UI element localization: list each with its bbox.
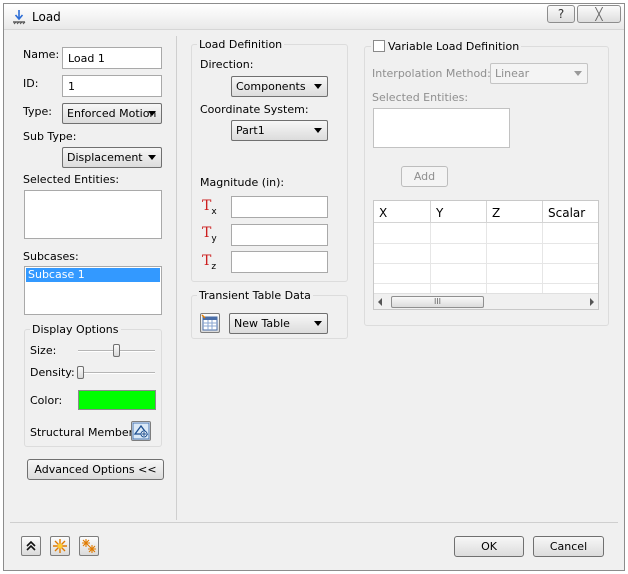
list-item[interactable]: Subcase 1 (26, 268, 160, 282)
advanced-options-button[interactable]: Advanced Options << (27, 459, 164, 480)
ok-button[interactable]: OK (454, 536, 524, 557)
direction-select-value: Components (236, 80, 306, 93)
footer-separator (10, 522, 618, 523)
id-field[interactable]: 1 (62, 75, 162, 97)
ty-label: Ty (202, 225, 217, 244)
transient-table-select-value: New Table (234, 317, 290, 330)
display-options-title: Display Options (30, 323, 121, 336)
ty-field[interactable] (231, 224, 328, 246)
direction-select[interactable]: Components (231, 76, 328, 97)
help-button[interactable]: ? (547, 5, 575, 23)
direction-label: Direction: (200, 58, 254, 71)
interpolation-label: Interpolation Method: (372, 67, 491, 80)
name-field[interactable]: Load 1 (62, 47, 162, 69)
column-header-scalar[interactable]: Scalar (543, 201, 598, 223)
table-editor-button[interactable] (200, 313, 220, 333)
variable-load-label: Variable Load Definition (388, 40, 520, 53)
chevron-down-icon (314, 128, 322, 133)
tz-field[interactable] (231, 251, 328, 273)
column-divider (486, 223, 487, 293)
coord-system-select-value: Part1 (236, 124, 265, 137)
magnitude-label: Magnitude (in): (200, 176, 285, 189)
tz-label: Tz (202, 253, 217, 272)
size-slider-thumb[interactable] (113, 344, 120, 357)
transient-table-select[interactable]: New Table (229, 313, 328, 334)
tx-field[interactable] (231, 196, 328, 218)
coord-system-select[interactable]: Part1 (231, 120, 328, 141)
type-label: Type: (23, 105, 52, 118)
highlight-all-button[interactable] (79, 536, 99, 556)
structural-member-button[interactable] (131, 421, 151, 441)
column-divider (542, 223, 543, 293)
close-button[interactable]: ╳ (577, 5, 621, 23)
column-divider (430, 223, 431, 293)
spark-icon (53, 539, 67, 553)
size-label: Size: (30, 344, 57, 357)
scroll-left-icon[interactable] (378, 298, 382, 306)
name-label: Name: (23, 48, 60, 61)
color-swatch[interactable] (78, 390, 156, 410)
selected-entities-label: Selected Entities: (23, 173, 120, 186)
scroll-right-icon[interactable] (590, 298, 594, 306)
table-icon (201, 314, 218, 331)
subcases-label: Subcases: (23, 250, 79, 263)
density-slider-thumb[interactable] (77, 366, 84, 379)
cancel-button[interactable]: Cancel (533, 536, 604, 557)
variable-load-checkbox[interactable] (373, 40, 385, 52)
load-definition-title: Load Definition (197, 38, 285, 51)
load-icon (13, 10, 26, 25)
horizontal-scrollbar[interactable]: III (374, 293, 598, 309)
scroll-thumb[interactable]: III (391, 296, 484, 308)
chevron-down-icon (148, 155, 156, 160)
variable-data-table[interactable]: X Y Z Scalar III (373, 200, 599, 310)
chevron-down-icon (314, 84, 322, 89)
coord-system-label: Coordinate System: (200, 103, 309, 116)
structural-member-label: Structural Member (30, 426, 134, 439)
variable-selected-entities-list[interactable] (373, 108, 510, 148)
id-label: ID: (23, 77, 39, 90)
column-header-z[interactable]: Z (487, 201, 543, 223)
subtype-select-value: Displacement (67, 151, 143, 164)
highlight-button[interactable] (50, 536, 70, 556)
type-select-value: Enforced Motion (67, 107, 157, 120)
subtype-label: Sub Type: (23, 130, 77, 143)
variable-load-toggle[interactable]: Variable Load Definition (371, 40, 522, 53)
structural-member-icon (132, 422, 150, 440)
tx-label: Tx (202, 198, 217, 217)
load-dialog: Load ? ╳ Name: Load 1 ID: 1 Type: Enforc… (3, 3, 625, 571)
add-button[interactable]: Add (401, 166, 448, 187)
chevron-down-icon (574, 71, 582, 76)
color-label: Color: (30, 394, 63, 407)
column-header-y[interactable]: Y (431, 201, 487, 223)
subtype-select[interactable]: Displacement (62, 147, 162, 168)
type-select[interactable]: Enforced Motion (62, 103, 162, 124)
double-chevron-up-icon (26, 540, 36, 551)
chevron-down-icon (148, 111, 156, 116)
density-slider[interactable] (78, 372, 155, 374)
collapse-button[interactable] (21, 536, 41, 556)
selected-entities-list[interactable] (24, 190, 162, 239)
multi-spark-icon (82, 539, 96, 553)
interpolation-select[interactable]: Linear (490, 63, 588, 84)
window-title: Load (32, 10, 61, 24)
variable-selected-entities-label: Selected Entities: (372, 91, 469, 104)
subcases-list[interactable]: Subcase 1 (24, 266, 162, 315)
transient-table-title: Transient Table Data (197, 289, 313, 302)
column-separator (176, 36, 177, 520)
title-bar[interactable]: Load ? ╳ (4, 4, 624, 30)
interpolation-select-value: Linear (495, 67, 530, 80)
column-header-x[interactable]: X (374, 201, 431, 223)
chevron-down-icon (314, 321, 322, 326)
density-label: Density: (30, 366, 75, 379)
